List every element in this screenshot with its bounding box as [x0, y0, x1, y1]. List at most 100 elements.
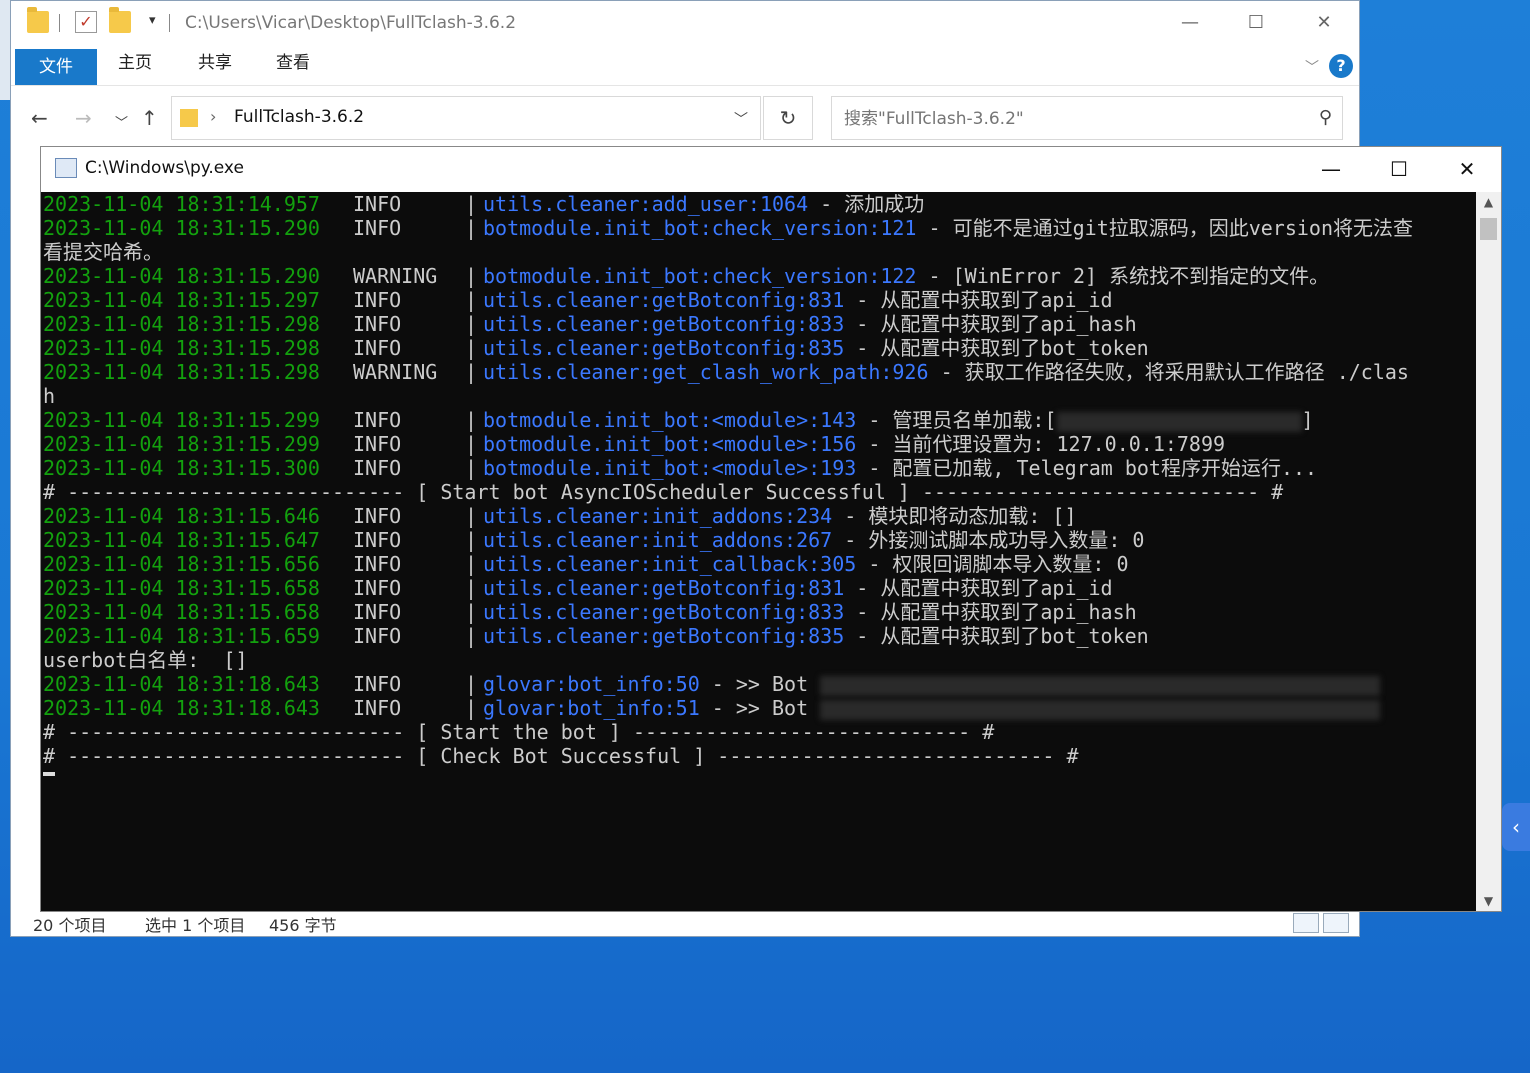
- log-message: - 从配置中获取到了bot_token: [844, 336, 1149, 360]
- log-module: utils.cleaner:getBotconfig:835: [483, 624, 845, 648]
- console-line: 2023-11-04 18:31:15.299 INFO | botmodule.in…: [41, 408, 1477, 432]
- log-module: utils.cleaner:getBotconfig:833: [483, 600, 845, 624]
- log-level: INFO: [353, 408, 402, 432]
- log-level: WARNING: [353, 360, 438, 384]
- log-timestamp: 2023-11-04 18:31:15.658: [43, 576, 320, 600]
- details-view-icon[interactable]: [1293, 913, 1319, 933]
- log-module: botmodule.init_bot:<module>:143: [483, 408, 857, 432]
- selected-count: 选中 1 个项目: [145, 916, 246, 935]
- log-source: botmodule.init_bot:<module>:193 - 配置已加载,…: [483, 456, 1317, 480]
- console-close-button[interactable]: ✕: [1433, 147, 1501, 192]
- log-message: - 配置已加载, Telegram bot程序开始运行...: [856, 456, 1318, 480]
- close-button[interactable]: ✕: [1301, 7, 1347, 39]
- console-line: 2023-11-04 18:31:15.297 INFO | utils.cleane…: [41, 288, 1477, 312]
- log-level: INFO: [353, 504, 402, 528]
- back-arrow-icon[interactable]: ←: [31, 106, 48, 130]
- scroll-up-icon[interactable]: ▲: [1476, 192, 1501, 212]
- console-text: # ---------------------------- [ Check B…: [43, 744, 1079, 768]
- log-source: utils.cleaner:get_clash_work_path:926 - …: [483, 360, 1409, 384]
- recent-locations-chevron-icon[interactable]: ﹀: [115, 112, 128, 131]
- console-maximize-button[interactable]: ☐: [1365, 147, 1433, 192]
- log-timestamp: 2023-11-04 18:31:15.647: [43, 528, 320, 552]
- column-separator: |: [465, 264, 478, 288]
- properties-icon[interactable]: ✓: [75, 11, 97, 33]
- log-timestamp: 2023-11-04 18:31:18.643: [43, 696, 320, 720]
- search-input[interactable]: [842, 105, 1286, 133]
- log-level: INFO: [353, 528, 402, 552]
- address-dropdown-icon[interactable]: ﹀: [734, 109, 748, 129]
- column-separator: |: [465, 672, 478, 696]
- log-level: INFO: [353, 456, 402, 480]
- log-module: utils.cleaner:getBotconfig:833: [483, 312, 845, 336]
- tab-file[interactable]: 文件: [15, 49, 97, 85]
- log-source: utils.cleaner:init_addons:267 - 外接测试脚本成功…: [483, 528, 1144, 552]
- large-icons-view-icon[interactable]: [1323, 913, 1349, 933]
- log-module: utils.cleaner:getBotconfig:831: [483, 576, 845, 600]
- maximize-button[interactable]: ☐: [1233, 7, 1279, 39]
- redacted-value: [820, 699, 1381, 720]
- quick-access-dropdown-icon[interactable]: ▾: [149, 13, 156, 28]
- up-arrow-icon[interactable]: ↑: [141, 106, 158, 130]
- address-bar[interactable]: › FullTclash-3.6.2 ﹀: [171, 96, 761, 140]
- search-box[interactable]: ⚲: [831, 96, 1343, 140]
- console-line: 2023-11-04 18:31:15.647 INFO | utils.cleane…: [41, 528, 1477, 552]
- log-source: glovar:bot_info:51 - >> Bot: [483, 696, 1381, 720]
- log-module: glovar:bot_info:50: [483, 672, 700, 696]
- console-line: 2023-11-04 18:31:15.300 INFO | botmodule.in…: [41, 456, 1477, 480]
- new-folder-icon[interactable]: [109, 7, 131, 33]
- console-scrollbar[interactable]: ▲ ▼: [1476, 192, 1501, 911]
- log-message: - 模块即将动态加载: []: [832, 504, 1077, 528]
- breadcrumb-chevron-icon[interactable]: ›: [210, 107, 216, 126]
- log-module: glovar:bot_info:51: [483, 696, 700, 720]
- log-message: - 获取工作路径失败，将采用默认工作路径 ./clas: [928, 360, 1409, 384]
- address-text[interactable]: FullTclash-3.6.2: [234, 107, 364, 127]
- console-line: # ---------------------------- [ Check B…: [41, 744, 1477, 768]
- log-source: glovar:bot_info:50 - >> Bot: [483, 672, 1381, 696]
- tab-view[interactable]: 查看: [273, 45, 313, 81]
- log-level: INFO: [353, 600, 402, 624]
- scroll-thumb[interactable]: [1480, 218, 1497, 240]
- side-panel-chevron-icon[interactable]: ‹: [1502, 803, 1530, 851]
- help-icon[interactable]: ?: [1329, 54, 1353, 78]
- forward-arrow-icon[interactable]: →: [75, 106, 92, 130]
- console-text: h: [43, 384, 56, 408]
- log-level: INFO: [353, 624, 402, 648]
- log-message-tail: ]: [1301, 408, 1314, 432]
- status-bar: 20 个项目 选中 1 个项目 456 字节: [11, 909, 1359, 936]
- log-module: utils.cleaner:getBotconfig:831: [483, 288, 845, 312]
- redacted-value: [1056, 411, 1302, 432]
- log-message: - 管理员名单加载:[: [856, 408, 1057, 432]
- console-line: 2023-11-04 18:31:15.290 INFO | botmodule.in…: [41, 216, 1477, 240]
- tab-share[interactable]: 共享: [195, 45, 235, 81]
- console-output[interactable]: 2023-11-04 18:31:14.957 INFO | utils.cleane…: [41, 192, 1477, 911]
- scroll-down-icon[interactable]: ▼: [1476, 891, 1501, 911]
- redacted-value: [820, 675, 1381, 696]
- log-message: - 添加成功: [808, 192, 925, 216]
- console-line: 2023-11-04 18:31:15.658 INFO | utils.cleane…: [41, 576, 1477, 600]
- log-message: - 权限回调脚本导入数量: 0: [856, 552, 1129, 576]
- console-line: 2023-11-04 18:31:15.298 INFO | utils.cleane…: [41, 336, 1477, 360]
- refresh-button[interactable]: ↻: [763, 96, 813, 140]
- minimize-button[interactable]: —: [1167, 7, 1213, 39]
- console-line: 2023-11-04 18:31:15.656 INFO | utils.cleane…: [41, 552, 1477, 576]
- ribbon-expand-chevron-icon[interactable]: ﹀: [1305, 57, 1319, 77]
- log-source: utils.cleaner:getBotconfig:831 - 从配置中获取到…: [483, 576, 1113, 600]
- console-minimize-button[interactable]: —: [1297, 147, 1365, 192]
- console-line: 看提交哈希。: [41, 240, 1477, 264]
- console-line: 2023-11-04 18:31:18.643 INFO | glovar:bot_i…: [41, 672, 1477, 696]
- log-module: botmodule.init_bot:<module>:193: [483, 456, 857, 480]
- console-line: h: [41, 384, 1477, 408]
- log-timestamp: 2023-11-04 18:31:15.299: [43, 432, 320, 456]
- log-module: botmodule.init_bot:check_version:122: [483, 264, 917, 288]
- log-source: utils.cleaner:init_addons:234 - 模块即将动态加载…: [483, 504, 1077, 528]
- log-level: INFO: [353, 312, 402, 336]
- separator: [169, 14, 170, 32]
- explorer-titlebar: ✓ ▾ C:\Users\Vicar\Desktop\FullTclash-3.…: [11, 1, 1359, 45]
- log-timestamp: 2023-11-04 18:31:15.298: [43, 360, 320, 384]
- log-timestamp: 2023-11-04 18:31:15.298: [43, 336, 320, 360]
- tab-home[interactable]: 主页: [115, 45, 155, 81]
- search-icon[interactable]: ⚲: [1319, 107, 1332, 128]
- window-title-path: C:\Users\Vicar\Desktop\FullTclash-3.6.2: [185, 13, 517, 33]
- column-separator: |: [465, 336, 478, 360]
- console-window: C:\Windows\py.exe — ☐ ✕ 2023-11-04 18:31…: [40, 146, 1502, 912]
